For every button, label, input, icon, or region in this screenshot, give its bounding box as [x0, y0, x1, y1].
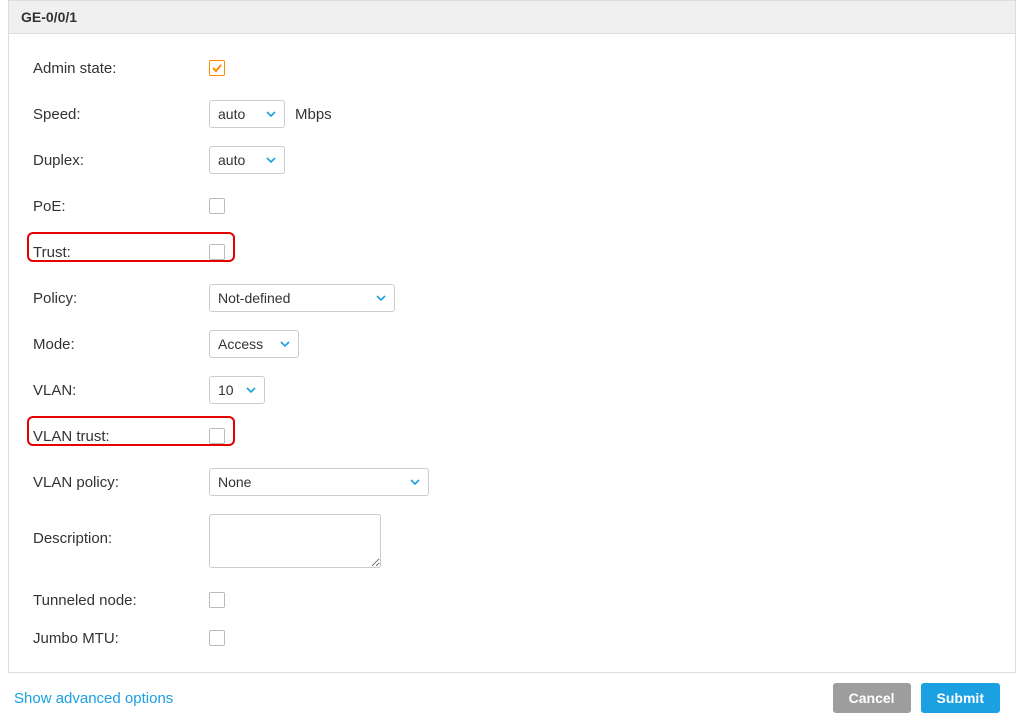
row-poe: PoE:: [33, 192, 991, 220]
admin-state-label: Admin state:: [33, 60, 209, 77]
vlan-policy-value: None: [218, 474, 251, 490]
vlan-value: 10: [218, 382, 234, 398]
panel-title: GE-0/0/1: [9, 1, 1015, 34]
tunneled-label: Tunneled node:: [33, 592, 209, 609]
speed-label: Speed:: [33, 106, 209, 123]
row-description: Description:: [33, 514, 991, 568]
poe-label: PoE:: [33, 198, 209, 215]
poe-checkbox[interactable]: [209, 198, 225, 214]
policy-value: Not-defined: [218, 290, 290, 306]
advanced-options-link[interactable]: Show advanced options: [14, 690, 173, 707]
chevron-down-icon: [266, 111, 276, 117]
chevron-down-icon: [246, 387, 256, 393]
chevron-down-icon: [280, 341, 290, 347]
trust-checkbox[interactable]: [209, 244, 225, 260]
mode-select[interactable]: Access: [209, 330, 299, 358]
vlan-policy-select[interactable]: None: [209, 468, 429, 496]
vlan-trust-checkbox[interactable]: [209, 428, 225, 444]
row-jumbo: Jumbo MTU:: [33, 624, 991, 652]
footer: Show advanced options Cancel Submit: [8, 679, 1016, 727]
vlan-select[interactable]: 10: [209, 376, 265, 404]
jumbo-label: Jumbo MTU:: [33, 630, 209, 647]
speed-select[interactable]: auto: [209, 100, 285, 128]
interface-config-panel: GE-0/0/1 Admin state: Speed: auto Mbps D…: [8, 0, 1016, 673]
admin-state-checkbox[interactable]: [209, 60, 225, 76]
mode-value: Access: [218, 336, 263, 352]
row-admin-state: Admin state:: [33, 54, 991, 82]
vlan-trust-label: VLAN trust:: [33, 428, 209, 445]
submit-button[interactable]: Submit: [921, 683, 1000, 713]
chevron-down-icon: [266, 157, 276, 163]
panel-body: Admin state: Speed: auto Mbps Duplex:: [9, 34, 1015, 672]
row-mode: Mode: Access: [33, 330, 991, 358]
policy-label: Policy:: [33, 290, 209, 307]
speed-unit: Mbps: [295, 106, 332, 123]
row-policy: Policy: Not-defined: [33, 284, 991, 312]
duplex-label: Duplex:: [33, 152, 209, 169]
jumbo-checkbox[interactable]: [209, 630, 225, 646]
duplex-select[interactable]: auto: [209, 146, 285, 174]
button-row: Cancel Submit: [833, 683, 1000, 713]
row-vlan-policy: VLAN policy: None: [33, 468, 991, 496]
vlan-policy-label: VLAN policy:: [33, 474, 209, 491]
policy-select[interactable]: Not-defined: [209, 284, 395, 312]
tunneled-checkbox[interactable]: [209, 592, 225, 608]
row-duplex: Duplex: auto: [33, 146, 991, 174]
description-label: Description:: [33, 514, 209, 547]
speed-value: auto: [218, 106, 245, 122]
row-vlan-trust: VLAN trust:: [33, 422, 991, 450]
trust-label: Trust:: [33, 244, 209, 261]
row-speed: Speed: auto Mbps: [33, 100, 991, 128]
chevron-down-icon: [410, 479, 420, 485]
duplex-value: auto: [218, 152, 245, 168]
chevron-down-icon: [376, 295, 386, 301]
row-trust: Trust:: [33, 238, 991, 266]
cancel-button[interactable]: Cancel: [833, 683, 911, 713]
vlan-label: VLAN:: [33, 382, 209, 399]
row-vlan: VLAN: 10: [33, 376, 991, 404]
row-tunneled: Tunneled node:: [33, 586, 991, 614]
description-textarea[interactable]: [209, 514, 381, 568]
mode-label: Mode:: [33, 336, 209, 353]
